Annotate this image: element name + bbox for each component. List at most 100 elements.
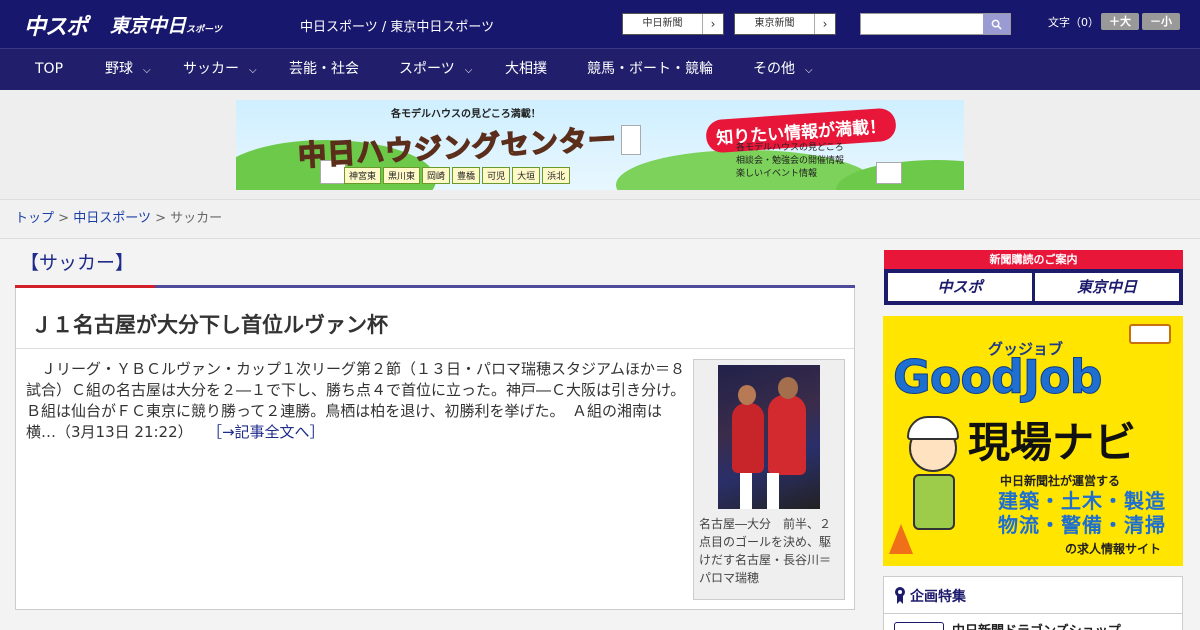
ad-house xyxy=(621,125,641,155)
traffic-cone-icon xyxy=(889,524,913,554)
breadcrumb-separator: > xyxy=(155,211,166,226)
ad-cities: 神宮東 黒川東 岡崎 豊橋 可児 大垣 浜北 xyxy=(344,167,571,184)
main-nav: TOP 野球 ⌵ サッカー ⌵ 芸能・社会 スポーツ ⌵ 大相撲 競馬・ボート・競輪 … xyxy=(0,48,1200,90)
player-figure xyxy=(768,395,806,475)
ribbon-icon xyxy=(895,587,905,604)
search-box xyxy=(860,13,1011,35)
ad-list: 各モデルハウスの見どころ 相談会・勉強会の開催情報 楽しいイベント情報 xyxy=(736,142,844,181)
chevron-right-icon: › xyxy=(710,17,716,31)
dragons-shop-thumbnail[interactable] xyxy=(894,622,944,630)
search-input[interactable] xyxy=(861,14,983,34)
search-button[interactable] xyxy=(983,14,1010,34)
ad-list-item: 各モデルハウスの見どころ xyxy=(736,143,844,153)
article-card: Ｊ１名古屋が大分下し首位ルヴァン杯 Ｊリーグ・ＹＢＣルヴァン・カップ１次リーグ第… xyxy=(15,285,855,610)
article-top-accent xyxy=(15,285,155,288)
chusupo-logo[interactable]: 中スポ xyxy=(24,9,88,41)
ad-list-item: 相談会・勉強会の開催情報 xyxy=(736,156,845,166)
tokyo-shimbun-link[interactable]: 東京新聞 › xyxy=(734,13,836,35)
breadcrumb-current: サッカー xyxy=(170,211,223,226)
goodjob-ad[interactable]: グッジョブ GoodJob 現場ナビ 中日新聞社が運営する 建築・土木・製造 物… xyxy=(883,316,1183,566)
nav-label: 芸能・社会 xyxy=(289,61,359,77)
tokyo-shimbun-label: 東京新聞 xyxy=(735,14,815,34)
subscribe-chusupo-button[interactable]: 中スポ xyxy=(888,273,1032,301)
player-head xyxy=(738,385,756,405)
ad-city: 浜北 xyxy=(542,167,571,184)
nav-item-racing[interactable]: 競馬・ボート・競輪 xyxy=(587,49,713,90)
nav-item-other[interactable]: その他 ⌵ xyxy=(753,49,813,90)
article-photo-box: 名古屋―大分 前半、２点目のゴールを決め、駆けだす名古屋・長谷川＝パロマ瑞穂 xyxy=(693,359,845,600)
nav-label: その他 xyxy=(753,61,795,77)
ad-main-text: 中日ハウジングセンター xyxy=(297,122,619,173)
breadcrumb-section-link[interactable]: 中日スポーツ xyxy=(73,211,151,226)
site-title: 中日スポーツ / 東京中日スポーツ xyxy=(300,20,495,35)
breadcrumb: トップ > 中日スポーツ > サッカー xyxy=(0,200,1200,239)
ad-list-item: 楽しいイベント情報 xyxy=(736,169,818,179)
goodjob-desc: 中日新聞社が運営する xyxy=(1000,474,1121,488)
player-head xyxy=(778,377,798,399)
special-feature-box: 企画特集 中日新聞ドラゴンズショップ xyxy=(883,576,1183,630)
article-summary: Ｊリーグ・ＹＢＣルヴァン・カップ１次リーグ第２節（１３日・パロマ瑞穂スタジアムほ… xyxy=(26,359,686,443)
ad-band: 各モデルハウスの見どころ満載！ 中日ハウジングセンター 知りたい情報が満載！ 各… xyxy=(0,90,1200,200)
font-size-label: 文字（0） xyxy=(1048,16,1099,29)
nav-label: スポーツ xyxy=(399,61,455,77)
ad-top-text: 各モデルハウスの見どころ満載！ xyxy=(391,109,541,120)
goodjob-categories: 建築・土木・製造 物流・警備・清掃 xyxy=(998,489,1166,537)
chevron-down-icon: ⌵ xyxy=(143,65,151,76)
chunichi-shimbun-label: 中日新聞 xyxy=(623,14,703,34)
nav-item-entertainment[interactable]: 芸能・社会 xyxy=(289,49,359,90)
ad-city: 神宮東 xyxy=(344,167,382,184)
breadcrumb-separator: > xyxy=(58,211,70,226)
goodjob-site-text: の求人情報サイト xyxy=(1065,542,1162,556)
chevron-down-icon: ⌵ xyxy=(249,65,257,76)
ad-city: 岡崎 xyxy=(422,167,451,184)
ad-city: 大垣 xyxy=(512,167,541,184)
nav-label: 野球 xyxy=(105,61,133,77)
read-more-link[interactable]: ［→記事全文へ］ xyxy=(207,423,325,441)
article-title[interactable]: Ｊ１名古屋が大分下し首位ルヴァン杯 xyxy=(31,309,388,339)
chunichi-shimbun-link[interactable]: 中日新聞 › xyxy=(622,13,724,35)
subscribe-banner: 新聞購読のご案内 中スポ 東京中日 xyxy=(884,250,1183,305)
nav-label: TOP xyxy=(35,61,64,77)
article-photo[interactable] xyxy=(718,365,820,509)
nav-label: 大相撲 xyxy=(505,61,547,77)
article-timestamp: （3月13日 21:22） xyxy=(56,423,193,441)
special-feature-title: 企画特集 xyxy=(894,586,966,606)
goodjob-category-line: 物流・警備・清掃 xyxy=(998,513,1166,537)
nav-item-baseball[interactable]: 野球 ⌵ xyxy=(105,49,151,90)
photo-caption: 名古屋―大分 前半、２点目のゴールを決め、駆けだす名古屋・長谷川＝パロマ瑞穂 xyxy=(699,517,832,585)
housing-center-ad[interactable]: 各モデルハウスの見どころ満載！ 中日ハウジングセンター 知りたい情報が満載！ 各… xyxy=(236,100,964,190)
ad-house xyxy=(876,162,902,184)
chevron-right-icon: › xyxy=(822,17,828,31)
chevron-down-icon: ⌵ xyxy=(805,65,813,76)
font-size-decrease-button[interactable]: －小 xyxy=(1142,13,1180,30)
subscribe-title: 新聞購読のご案内 xyxy=(884,250,1183,269)
truck-icon xyxy=(1129,324,1171,344)
tokyo-chunichi-logo-small: スポーツ xyxy=(186,25,222,35)
ad-city: 豊橋 xyxy=(452,167,481,184)
nav-label: サッカー xyxy=(183,61,239,77)
player-legs xyxy=(740,473,800,509)
subscribe-tokyo-button[interactable]: 東京中日 xyxy=(1035,273,1179,301)
special-feature-title-text: 企画特集 xyxy=(910,589,966,605)
goodjob-navi: 現場ナビ xyxy=(968,418,1137,467)
goodjob-logo: GoodJob xyxy=(893,350,1104,405)
divider xyxy=(884,613,1182,614)
top-header: 中スポ 東京中日スポーツ 中日スポーツ / 東京中日スポーツ 中日新聞 › 東京… xyxy=(0,0,1200,48)
goodjob-category-line: 建築・土木・製造 xyxy=(998,489,1166,513)
helmet-icon xyxy=(907,416,959,440)
ad-city: 黒川東 xyxy=(383,167,421,184)
search-icon xyxy=(991,19,1002,30)
chevron-down-icon: ⌵ xyxy=(464,65,473,76)
nav-item-top[interactable]: TOP xyxy=(35,49,63,90)
breadcrumb-home-link[interactable]: トップ xyxy=(15,211,54,226)
worker-body xyxy=(913,474,955,530)
category-heading: 【サッカー】 xyxy=(20,252,135,274)
nav-item-sumo[interactable]: 大相撲 xyxy=(505,49,547,90)
ad-city: 可児 xyxy=(482,167,511,184)
nav-item-soccer[interactable]: サッカー ⌵ xyxy=(183,49,257,90)
nav-item-sports[interactable]: スポーツ ⌵ xyxy=(399,49,472,90)
tokyo-chunichi-logo[interactable]: 東京中日スポーツ xyxy=(110,11,222,38)
special-feature-item[interactable]: 中日新聞ドラゴンズショップ xyxy=(952,620,1121,630)
font-size-increase-button[interactable]: ＋大 xyxy=(1101,13,1139,30)
nav-label: 競馬・ボート・競輪 xyxy=(587,61,713,77)
